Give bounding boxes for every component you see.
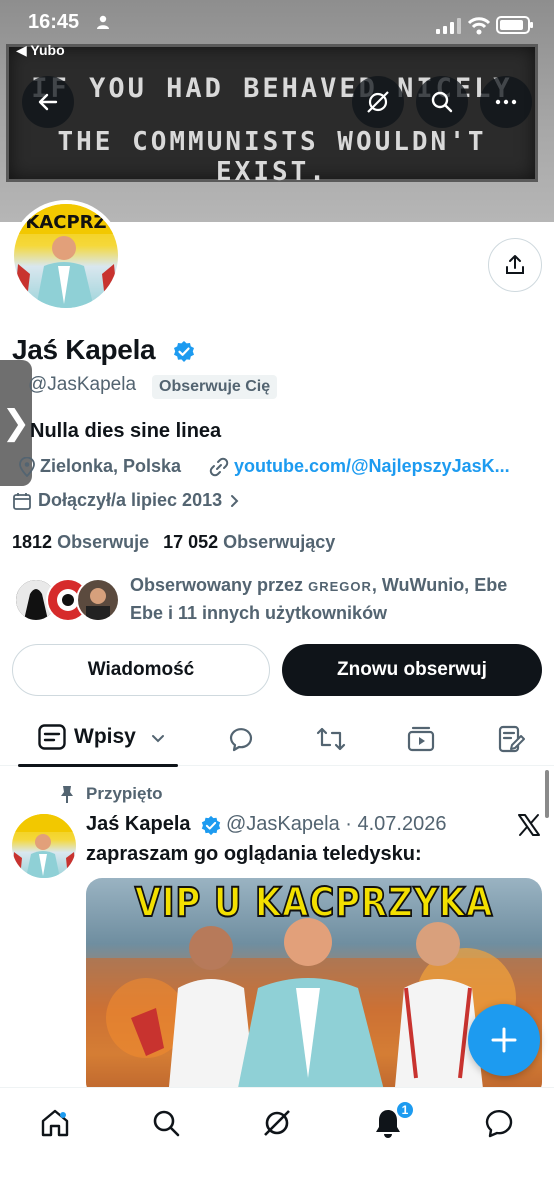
follows-you-badge: Obserwuje Cię <box>152 375 278 399</box>
search-button[interactable] <box>416 76 468 128</box>
followed-by-prefix: Obserwowany przez <box>130 575 304 595</box>
reply-bubble-icon <box>229 728 253 752</box>
arrow-left-icon <box>38 93 58 111</box>
profile-handle: @JasKapela <box>28 374 137 395</box>
banner-line-2: THE COMMUNISTS WOULDN'T EXIST. <box>57 127 487 187</box>
tab-posts-label: Wpisy <box>74 725 136 748</box>
compose-post-button[interactable] <box>468 1004 540 1076</box>
active-tab-indicator <box>18 764 178 767</box>
following-link[interactable]: 1812 Obserwuje <box>12 532 149 552</box>
message-button[interactable]: Wiadomość <box>12 644 270 696</box>
followers-link[interactable]: 17 052 Obserwujący <box>163 532 335 552</box>
profile-avatar[interactable]: KACPRZ <box>10 200 122 312</box>
location-pin-icon <box>19 456 35 477</box>
calendar-icon <box>13 492 31 510</box>
post-video-thumbnail[interactable]: VIP U KACPRZYKA <box>86 878 542 1098</box>
video-icon <box>407 726 435 752</box>
back-button[interactable] <box>22 76 74 128</box>
tab-replies[interactable] <box>226 724 256 754</box>
tab-reposts[interactable] <box>316 724 346 754</box>
link-icon <box>209 457 229 476</box>
back-to-app-link[interactable]: ◀ Yubo <box>16 42 65 59</box>
post-author-name[interactable]: Jaś Kapela <box>86 813 191 836</box>
followed-by-text[interactable]: Obserwowany przez GREGOR, WuWunio, Ebe E… <box>130 572 540 627</box>
svg-text:KACPRZ: KACPRZ <box>25 212 106 233</box>
nav-messages[interactable] <box>482 1106 516 1140</box>
nav-grok[interactable] <box>260 1106 294 1140</box>
scrollbar[interactable] <box>545 770 549 818</box>
profile-bio: Nulla dies sine linea <box>30 420 222 442</box>
followers-count: 17 052 <box>163 532 219 552</box>
more-button[interactable] <box>480 76 532 128</box>
avatar-image: KACPRZ <box>14 204 118 308</box>
bottom-navigation: 1 <box>0 1087 554 1199</box>
post-text: zapraszam go oglądania teledysku: <box>86 843 422 865</box>
link-text[interactable]: youtube.com/@NajlepszyJasK... <box>234 456 510 477</box>
grok-button[interactable] <box>352 76 404 128</box>
post-handle-date: @JasKapela · 4.07.2026 <box>226 813 447 835</box>
status-time: 16:45 <box>28 11 80 33</box>
chat-bubble-icon <box>485 1109 513 1138</box>
verified-badge-icon[interactable] <box>172 340 196 364</box>
profile-link[interactable]: youtube.com/@NajlepszyJasK... <box>208 456 510 477</box>
grok-icon <box>264 1110 290 1136</box>
tab-posts[interactable]: Wpisy <box>18 710 178 767</box>
profile-joined[interactable]: Dołączył/a lipiec 2013 <box>12 490 242 511</box>
avatar-illustration: KACPRZ <box>14 204 118 308</box>
following-count: 1812 <box>12 532 53 552</box>
pinned-label: Przypięto <box>58 784 163 804</box>
nav-search[interactable] <box>149 1106 183 1140</box>
battery-icon <box>496 16 533 34</box>
pinned-text: Przypięto <box>86 784 163 803</box>
pin-icon <box>61 786 73 803</box>
follow-counts: 1812 Obserwuje 17 052 Obserwujący <box>12 532 335 553</box>
share-profile-button[interactable] <box>488 238 542 292</box>
nav-home[interactable] <box>38 1106 72 1140</box>
more-dots-icon <box>495 99 517 105</box>
post-author-avatar[interactable] <box>12 814 76 878</box>
posts-icon <box>38 724 66 750</box>
notifications-badge: 1 <box>395 1100 415 1120</box>
following-label: Obserwuje <box>57 532 150 552</box>
thumbnail-title: VIP U KACPRZYKA <box>134 879 494 927</box>
status-bar: 16:45 <box>0 0 554 44</box>
joined-text: Dołączył/a lipiec 2013 <box>38 490 223 510</box>
wifi-icon <box>467 17 491 35</box>
followers-label: Obserwujący <box>223 532 336 552</box>
chevron-right-icon: ❯ <box>1 404 31 442</box>
location-text: Zielonka, Polska <box>40 456 182 476</box>
plus-icon <box>491 1027 517 1053</box>
repost-icon <box>316 727 346 751</box>
grok-icon <box>367 91 389 113</box>
search-icon <box>153 1110 180 1137</box>
profile-location: Zielonka, Polska <box>18 456 181 477</box>
x-logo-icon <box>518 814 540 836</box>
home-icon <box>41 1109 69 1137</box>
chevron-right-small-icon <box>231 494 239 507</box>
followed-by-names: GREGOR <box>308 579 372 594</box>
share-icon <box>506 255 524 274</box>
profile-tabs: Wpisy <box>0 710 554 767</box>
follow-again-button[interactable]: Znowu obserwuj <box>282 644 542 696</box>
tab-media[interactable] <box>406 724 436 754</box>
person-icon <box>97 15 109 29</box>
chevron-down-icon <box>152 735 164 743</box>
follower-avatar-3 <box>76 578 120 622</box>
search-icon <box>431 91 453 113</box>
article-edit-icon <box>498 725 525 753</box>
profile-name: Jaś Kapela <box>12 334 156 365</box>
tab-articles[interactable] <box>496 724 526 754</box>
signal-icon <box>436 18 461 34</box>
post-verified-badge-icon <box>201 815 221 836</box>
post-avatar-illustration <box>12 814 76 878</box>
